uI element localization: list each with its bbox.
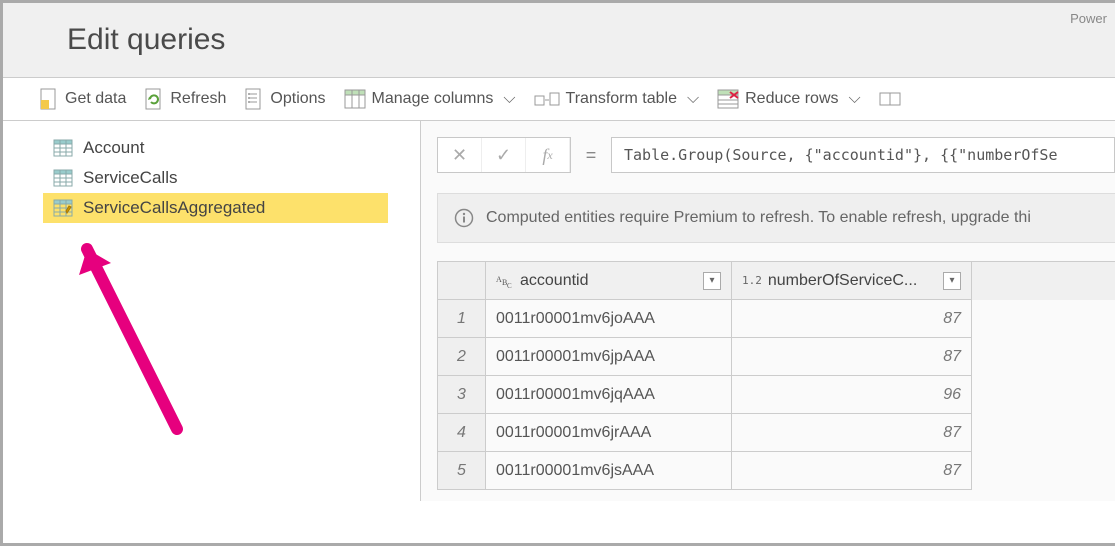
table-header: ABC accountid ▾ 1.2 numberOfServiceC... … xyxy=(438,262,1115,300)
row-number: 3 xyxy=(438,376,486,414)
cell-servicecalls: 87 xyxy=(732,452,972,490)
body: Account ServiceCalls ServiceCallsAggrega… xyxy=(3,121,1115,501)
formula-bar: ✕ ✓ fx = Table.Group(Source, {"accountid… xyxy=(437,137,1115,173)
equals-label: = xyxy=(571,145,611,166)
table-icon xyxy=(53,199,73,217)
data-table: ABC accountid ▾ 1.2 numberOfServiceC... … xyxy=(437,261,1115,490)
query-label: Account xyxy=(83,138,144,158)
cell-accountid: 0011r00001mv6joAAA xyxy=(486,300,732,338)
cell-servicecalls: 87 xyxy=(732,300,972,338)
more-button[interactable] xyxy=(879,89,901,109)
transform-table-button[interactable]: Transform table ⌵ xyxy=(534,89,700,109)
row-number: 1 xyxy=(438,300,486,338)
table-row[interactable]: 1 0011r00001mv6joAAA 87 xyxy=(438,300,1115,338)
table-row[interactable]: 5 0011r00001mv6jsAAA 87 xyxy=(438,452,1115,490)
chevron-down-icon: ⌵ xyxy=(849,90,861,108)
formula-input[interactable]: Table.Group(Source, {"accountid"}, {{"nu… xyxy=(611,137,1115,173)
decimal-type-icon: 1.2 xyxy=(742,274,762,287)
reduce-rows-button[interactable]: Reduce rows ⌵ xyxy=(717,89,861,109)
query-item-servicecallsaggregated[interactable]: ServiceCallsAggregated xyxy=(43,193,388,223)
row-number: 4 xyxy=(438,414,486,452)
queries-sidebar: Account ServiceCalls ServiceCallsAggrega… xyxy=(3,121,421,501)
table-icon xyxy=(53,169,73,187)
get-data-button[interactable]: Get data xyxy=(39,88,126,110)
table-row[interactable]: 4 0011r00001mv6jrAAA 87 xyxy=(438,414,1115,452)
table-row[interactable]: 3 0011r00001mv6jqAAA 96 xyxy=(438,376,1115,414)
row-number: 5 xyxy=(438,452,486,490)
manage-columns-button[interactable]: Manage columns ⌵ xyxy=(344,89,516,109)
query-item-account[interactable]: Account xyxy=(43,133,388,163)
column-header-accountid[interactable]: ABC accountid ▾ xyxy=(486,262,732,300)
toolbar: Get data Refresh Options Manage columns … xyxy=(3,78,1115,121)
reduce-rows-icon xyxy=(717,89,739,109)
row-number: 2 xyxy=(438,338,486,376)
filter-dropdown-icon[interactable]: ▾ xyxy=(943,272,961,290)
refresh-icon xyxy=(144,88,164,110)
text-type-icon: ABC xyxy=(496,273,514,289)
get-data-icon xyxy=(39,88,59,110)
query-item-servicecalls[interactable]: ServiceCalls xyxy=(43,163,388,193)
cell-accountid: 0011r00001mv6jsAAA xyxy=(486,452,732,490)
info-icon xyxy=(454,208,474,228)
options-button[interactable]: Options xyxy=(244,88,325,110)
join-icon xyxy=(879,89,901,109)
cell-accountid: 0011r00001mv6jrAAA xyxy=(486,414,732,452)
refresh-button[interactable]: Refresh xyxy=(144,88,226,110)
info-bar: Computed entities require Premium to ref… xyxy=(437,193,1115,243)
column-header-numberofservicecalls[interactable]: 1.2 numberOfServiceC... ▾ xyxy=(732,262,972,300)
app-label: Power xyxy=(1070,11,1107,26)
cell-accountid: 0011r00001mv6jqAAA xyxy=(486,376,732,414)
transform-icon xyxy=(534,89,560,109)
table-icon xyxy=(53,139,73,157)
cancel-formula-button[interactable]: ✕ xyxy=(438,138,482,172)
chevron-down-icon: ⌵ xyxy=(503,90,515,108)
svg-text:C: C xyxy=(507,282,512,289)
table-columns-icon xyxy=(344,89,366,109)
options-icon xyxy=(244,88,264,110)
header: Edit queries Power xyxy=(3,3,1115,78)
cell-accountid: 0011r00001mv6jpAAA xyxy=(486,338,732,376)
chevron-down-icon: ⌵ xyxy=(687,90,699,108)
query-label: ServiceCalls xyxy=(83,168,177,188)
annotation-arrow xyxy=(27,229,227,449)
table-row[interactable]: 2 0011r00001mv6jpAAA 87 xyxy=(438,338,1115,376)
info-text: Computed entities require Premium to ref… xyxy=(486,209,1031,227)
page-title: Edit queries xyxy=(67,23,1115,57)
main-pane: ✕ ✓ fx = Table.Group(Source, {"accountid… xyxy=(421,121,1115,501)
commit-formula-button[interactable]: ✓ xyxy=(482,138,526,172)
cell-servicecalls: 96 xyxy=(732,376,972,414)
cell-servicecalls: 87 xyxy=(732,338,972,376)
cell-servicecalls: 87 xyxy=(732,414,972,452)
filter-dropdown-icon[interactable]: ▾ xyxy=(703,272,721,290)
query-label: ServiceCallsAggregated xyxy=(83,198,265,218)
rownum-header[interactable] xyxy=(438,262,486,300)
fx-icon: fx xyxy=(526,138,570,172)
